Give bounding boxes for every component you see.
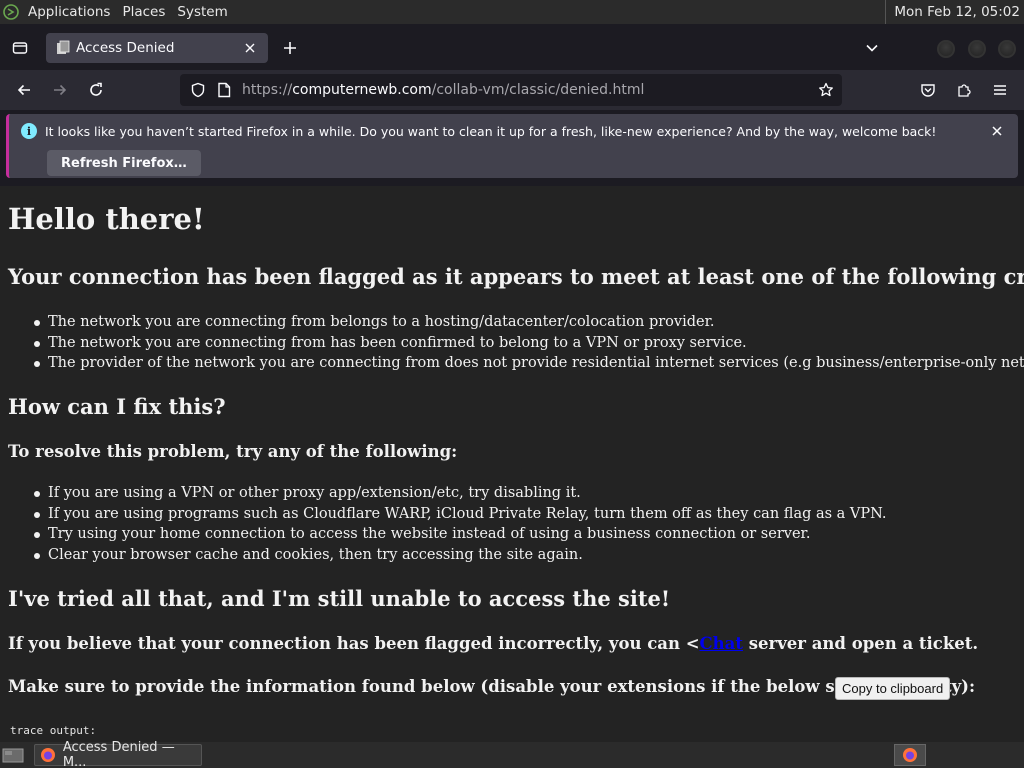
fix-heading: How can I fix this?: [8, 394, 226, 419]
pocket-icon[interactable]: [914, 76, 942, 104]
new-tab-icon[interactable]: [278, 36, 302, 60]
taskbar: Access Denied — M...: [0, 740, 1024, 768]
list-item: Clear your browser cache and cookies, th…: [34, 545, 887, 566]
chat-link[interactable]: Chat: [700, 634, 743, 653]
clock[interactable]: Mon Feb 12, 05:02: [885, 0, 1020, 24]
notification-close-icon[interactable]: [988, 122, 1006, 140]
list-all-tabs-icon[interactable]: [860, 36, 884, 60]
flagged-heading: Your connection has been flagged as it a…: [8, 264, 1024, 289]
close-window-icon[interactable]: [998, 40, 1016, 58]
resolve-heading: To resolve this problem, try any of the …: [8, 442, 458, 461]
list-item: The provider of the network you are conn…: [33, 353, 1024, 374]
tab-title: Access Denied: [76, 40, 175, 56]
bookmark-star-icon[interactable]: [814, 78, 838, 102]
extensions-puzzle-icon[interactable]: [950, 76, 978, 104]
criteria-list: The network you are connecting from belo…: [33, 312, 1024, 374]
taskbar-window-firefox[interactable]: Access Denied — M...: [34, 740, 202, 768]
url-path: /collab-vm/classic/denied.html: [431, 82, 645, 98]
notification-bar: i It looks like you haven’t started Fire…: [6, 114, 1018, 178]
list-item: Try using your home connection to access…: [34, 524, 887, 545]
page-info-icon[interactable]: [212, 78, 236, 102]
menu-system[interactable]: System: [177, 4, 227, 20]
url-host: computernewb.com: [292, 82, 432, 98]
url-prefix: https://: [242, 82, 293, 98]
firefox-icon: [39, 746, 57, 764]
menu-applications[interactable]: Applications: [28, 4, 110, 20]
refresh-firefox-button[interactable]: Refresh Firefox…: [47, 150, 201, 176]
fixes-list: If you are using a VPN or other proxy ap…: [34, 483, 887, 566]
maximize-window-icon[interactable]: [968, 40, 986, 58]
forward-icon[interactable]: [46, 76, 74, 104]
tab-strip: Access Denied: [0, 24, 1024, 70]
url-bar[interactable]: https://computernewb.com/collab-vm/class…: [180, 74, 842, 106]
app-menu-icon[interactable]: [986, 76, 1014, 104]
tracking-protection-shield-icon[interactable]: [186, 78, 210, 102]
page-heading: Hello there!: [8, 202, 205, 236]
minimize-window-icon[interactable]: [937, 40, 955, 58]
provide-info-text: Make sure to provide the information fou…: [8, 677, 976, 696]
show-desktop-icon[interactable]: [2, 746, 26, 764]
list-item: The network you are connecting from belo…: [33, 312, 1024, 333]
firefox-view-icon[interactable]: [8, 36, 32, 60]
page-content: Hello there! Your connection has been fl…: [0, 186, 1024, 742]
reload-icon[interactable]: [82, 76, 110, 104]
ticket-text-after: server and open a ticket.: [742, 634, 979, 653]
back-icon[interactable]: [10, 76, 38, 104]
trace-output-label: trace output:: [10, 724, 97, 737]
notification-message: It looks like you haven’t started Firefo…: [45, 124, 937, 139]
ticket-text-before: If you believe that your connection has …: [8, 634, 700, 653]
tab-close-icon[interactable]: [240, 38, 260, 58]
copy-to-clipboard-button[interactable]: Copy to clipboard: [835, 677, 951, 700]
list-item: If you are using a VPN or other proxy ap…: [34, 483, 887, 504]
taskbar-window-label: Access Denied — M...: [62, 740, 175, 768]
tab-favicon-icon: [55, 40, 71, 56]
tried-heading: I've tried all that, and I'm still unabl…: [8, 586, 671, 611]
info-icon: i: [21, 123, 37, 139]
list-item: If you are using programs such as Cloudf…: [34, 504, 887, 525]
tab-access-denied[interactable]: Access Denied: [46, 33, 268, 63]
firefox-icon: [903, 748, 917, 762]
menu-places[interactable]: Places: [122, 4, 165, 20]
distro-logo-icon[interactable]: [0, 0, 22, 24]
url-text[interactable]: https://computernewb.com/collab-vm/class…: [242, 74, 644, 106]
list-item: The network you are connecting from has …: [33, 333, 1024, 354]
navigation-toolbar: https://computernewb.com/collab-vm/class…: [0, 70, 1024, 110]
ticket-paragraph: If you believe that your connection has …: [8, 634, 978, 653]
top-panel: Applications Places System Mon Feb 12, 0…: [0, 0, 1024, 24]
workspace-switcher[interactable]: [894, 744, 926, 766]
